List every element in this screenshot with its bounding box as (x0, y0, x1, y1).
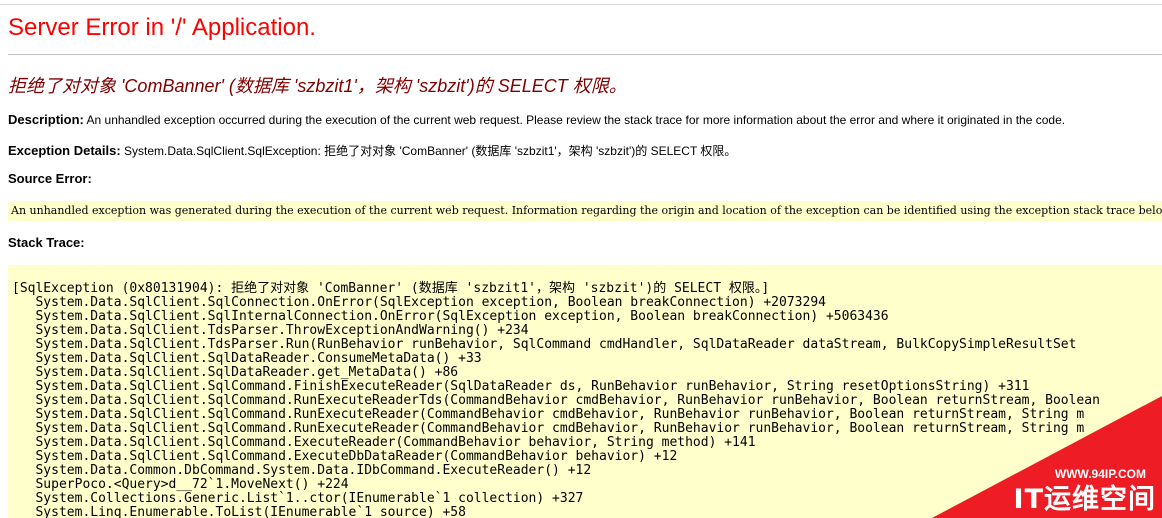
source-error-box: An unhandled exception was generated dur… (8, 201, 1162, 221)
source-error-text: An unhandled exception was generated dur… (11, 204, 1162, 217)
page-title: Server Error in '/' Application. (8, 14, 316, 41)
exception-details-text: System.Data.SqlClient.SqlException: 拒绝了对… (124, 144, 737, 158)
description-label: Description: (8, 112, 84, 127)
stack-trace-line: [SqlException (0x80131904): 拒绝了对对象 'ComB… (12, 281, 770, 296)
stack-trace-line: System.Data.SqlClient.SqlCommand.FinishE… (12, 379, 1030, 394)
stack-trace-line: System.Data.SqlClient.SqlConnection.OnEr… (12, 295, 826, 310)
title-divider (8, 54, 1162, 55)
stack-trace-line: System.Data.SqlClient.SqlInternalConnect… (12, 309, 889, 324)
stack-trace-line: System.Data.SqlClient.SqlDataReader.get_… (12, 365, 459, 380)
error-message: 拒绝了对对象 'ComBanner' (数据库 'szbzit1'，架构 'sz… (8, 76, 627, 96)
stack-trace-line: System.Data.SqlClient.TdsParser.ThrowExc… (12, 323, 529, 338)
stack-trace-line: SuperPoco.<Query>d__72`1.MoveNext() +224 (12, 477, 349, 492)
exception-details-label: Exception Details: (8, 143, 121, 158)
stack-trace-label: Stack Trace: (8, 235, 85, 250)
stack-trace-line: System.Collections.Generic.List`1..ctor(… (12, 491, 584, 506)
description-line: Description: An unhandled exception occu… (8, 112, 1065, 127)
stack-trace-line: System.Data.SqlClient.SqlDataReader.Cons… (12, 351, 482, 366)
watermark-logo: IT运维空间 (1013, 484, 1156, 515)
stack-trace-line: System.Data.SqlClient.SqlCommand.RunExec… (12, 421, 1085, 436)
stack-trace-line: System.Linq.Enumerable.ToList(IEnumerabl… (12, 505, 466, 518)
stack-trace-line: System.Data.Common.DbCommand.System.Data… (12, 463, 592, 478)
source-error-label: Source Error: (8, 171, 92, 186)
stack-trace-line: System.Data.SqlClient.SqlCommand.RunExec… (12, 407, 1085, 422)
stack-trace-line: System.Data.SqlClient.TdsParser.Run(RunB… (12, 337, 1077, 352)
top-divider (0, 4, 1162, 5)
exception-details-line: Exception Details: System.Data.SqlClient… (8, 142, 736, 159)
description-text: An unhandled exception occurred during t… (86, 113, 1066, 127)
stack-trace-line: System.Data.SqlClient.SqlCommand.Execute… (12, 449, 678, 464)
stack-trace-line: System.Data.SqlClient.SqlCommand.Execute… (12, 435, 756, 450)
